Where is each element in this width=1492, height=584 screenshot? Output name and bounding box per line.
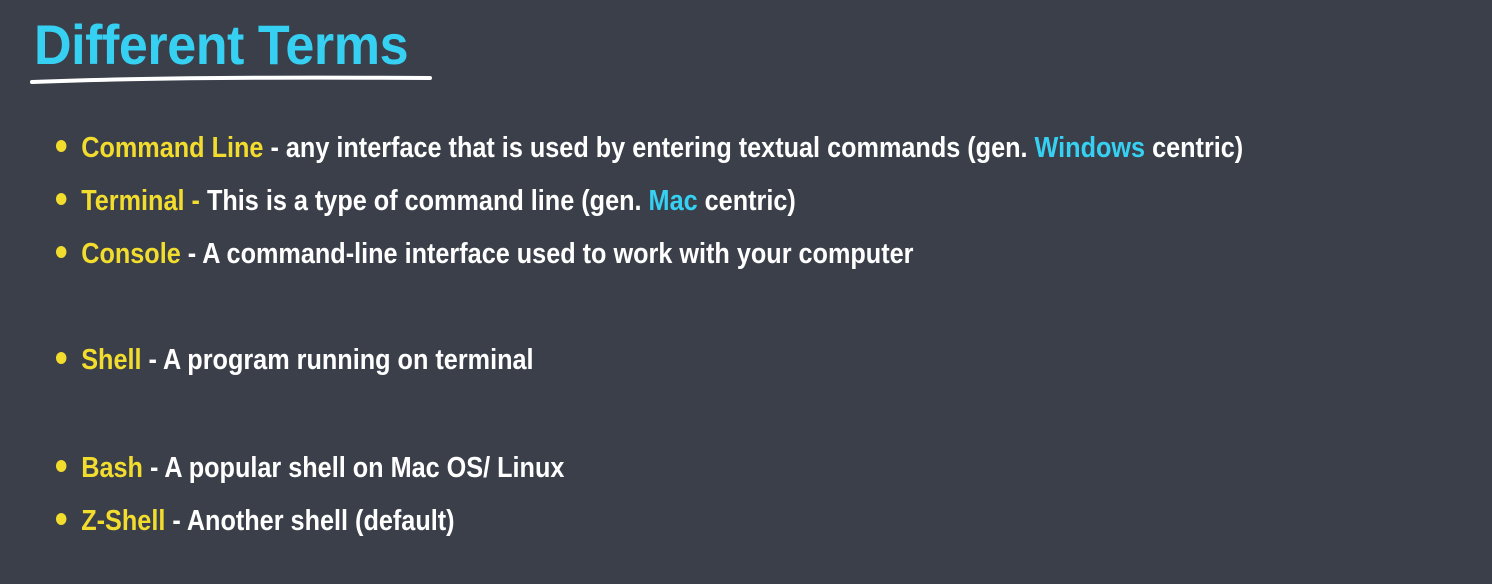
term-description: This is a type of command line (gen. (199, 185, 649, 217)
bullet-icon (56, 352, 67, 365)
term-description: - A program running on terminal (141, 344, 534, 376)
bullet-icon (56, 246, 67, 259)
slide: Different Terms Command Line - any inter… (0, 0, 1492, 584)
term-description: - Another shell (default) (165, 505, 455, 537)
term-description: - A popular shell on Mac OS/ Linux (142, 452, 565, 484)
list-item-z-shell: Z-Shell - Another shell (default) (56, 503, 455, 539)
term-description: - A command-line interface used to work … (180, 238, 914, 270)
list-item-command-line: Command Line - any interface that is use… (56, 130, 1243, 166)
list-item-bash: Bash - A popular shell on Mac OS/ Linux (56, 450, 564, 486)
term-label: Shell (81, 344, 142, 376)
term-label: Bash (81, 452, 143, 484)
term-label: Terminal - (81, 185, 200, 217)
bullet-icon (56, 513, 67, 526)
term-description-end: centric) (1145, 132, 1244, 164)
title-underline (30, 75, 432, 84)
list-item-console: Console - A command-line interface used … (56, 236, 913, 272)
term-highlight: Windows (1034, 132, 1146, 164)
bullet-icon (56, 193, 67, 206)
term-highlight: Mac (648, 185, 698, 217)
list-item-shell: Shell - A program running on terminal (56, 342, 534, 378)
term-label: Z-Shell (81, 505, 166, 537)
slide-title: Different Terms (34, 13, 409, 76)
term-label: Command Line (81, 132, 264, 164)
term-description: - any interface that is used by entering… (263, 132, 1035, 164)
term-label: Console (81, 238, 181, 270)
list-item-terminal: Terminal - This is a type of command lin… (56, 183, 796, 219)
bullet-icon (56, 460, 67, 473)
bullet-icon (56, 140, 67, 153)
term-description-end: centric) (697, 185, 796, 217)
